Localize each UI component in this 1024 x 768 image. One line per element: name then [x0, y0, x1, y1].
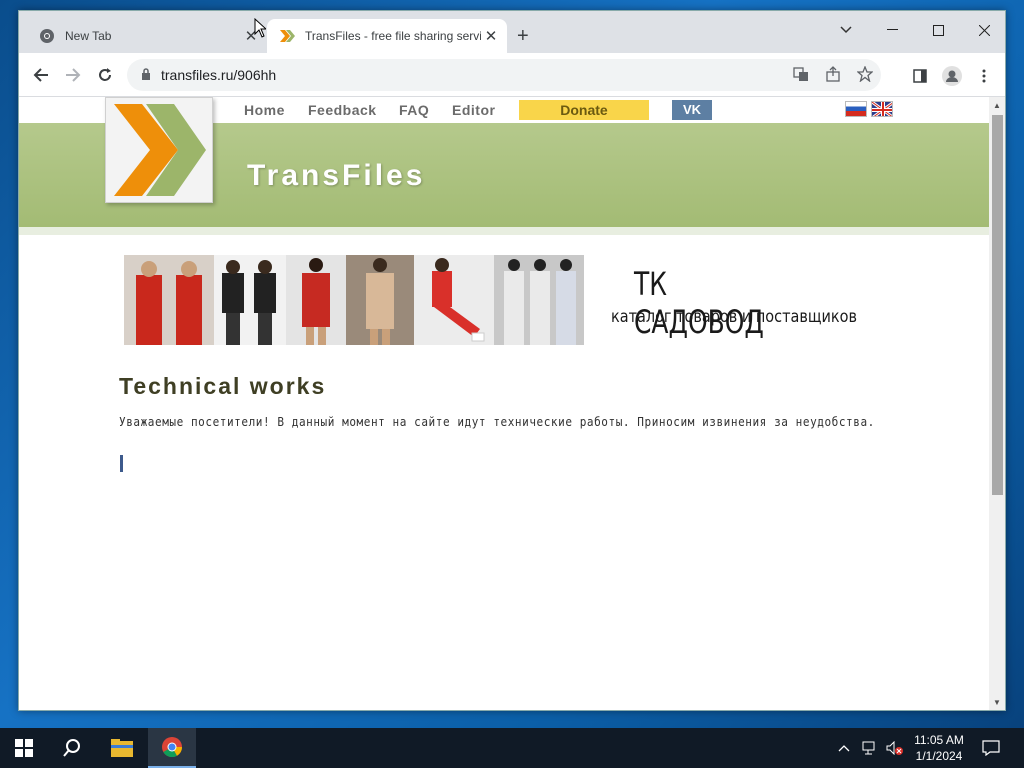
clock-date: 1/1/2024	[915, 749, 963, 763]
reload-icon[interactable]	[93, 63, 117, 87]
nav-editor-link[interactable]: Editor	[452, 102, 495, 118]
nav-faq-link[interactable]: FAQ	[399, 102, 429, 118]
scroll-down-icon[interactable]: ▼	[993, 698, 1001, 707]
banner-divider	[19, 227, 989, 235]
ad-photo	[124, 255, 214, 345]
ad-photo	[414, 255, 494, 345]
ad-photo	[346, 255, 414, 345]
russian-flag-icon[interactable]	[845, 101, 867, 117]
url-text[interactable]: transfiles.ru/906hh	[161, 67, 785, 83]
close-tab-icon[interactable]: ✕	[481, 27, 501, 45]
file-explorer-icon[interactable]	[98, 728, 146, 768]
tab-transfiles[interactable]: TransFiles - free file sharing servi ✕	[267, 19, 507, 53]
new-tab-button[interactable]: +	[517, 25, 529, 48]
ad-title: ТК САДОВОД	[634, 265, 764, 341]
donate-button[interactable]: Donate	[519, 100, 649, 120]
show-hidden-icons-icon[interactable]	[838, 728, 850, 768]
browser-window: New Tab ✕ TransFiles - free file sharing…	[18, 10, 1006, 711]
ad-photo	[214, 255, 286, 345]
address-bar[interactable]: transfiles.ru/906hh	[127, 59, 881, 91]
text-cursor-bar	[120, 455, 123, 472]
page-heading: Technical works	[119, 373, 327, 399]
notifications-icon[interactable]	[982, 728, 1000, 768]
ad-photo-strip	[124, 255, 584, 345]
browser-toolbar: transfiles.ru/906hh	[19, 53, 1005, 97]
page-viewport: Home Feedback FAQ Editor Donate VK Trans…	[19, 97, 989, 710]
volume-muted-icon[interactable]	[886, 728, 904, 768]
uk-flag-icon[interactable]	[871, 101, 893, 117]
profile-avatar-icon[interactable]	[941, 65, 963, 87]
site-banner: TransFiles	[19, 97, 989, 235]
search-icon[interactable]	[48, 728, 96, 768]
maintenance-message: Уважаемые посетители! В данный момент на…	[119, 415, 875, 429]
ad-photo	[286, 255, 346, 345]
ad-subtitle: каталог товаров и поставщиков	[611, 307, 857, 327]
windows-start-icon[interactable]	[0, 728, 48, 768]
minimize-button[interactable]	[869, 15, 915, 45]
side-panel-icon[interactable]	[909, 65, 931, 87]
scroll-up-icon[interactable]: ▲	[993, 101, 1001, 110]
tab-title: New Tab	[65, 29, 112, 43]
translate-icon[interactable]	[785, 66, 817, 85]
maximize-button[interactable]	[915, 15, 961, 45]
clock-time: 11:05 AM	[914, 733, 964, 747]
network-icon[interactable]	[862, 728, 878, 768]
scrollbar-thumb[interactable]	[992, 115, 1003, 495]
tab-new-tab[interactable]: New Tab ✕	[27, 19, 267, 53]
tab-title: TransFiles - free file sharing servi	[305, 29, 481, 43]
chrome-icon	[39, 28, 55, 44]
nav-home-link[interactable]: Home	[244, 102, 285, 118]
menu-dots-icon[interactable]	[973, 65, 995, 87]
share-icon[interactable]	[817, 65, 849, 85]
ad-photo	[494, 255, 584, 345]
mouse-pointer-icon	[254, 17, 268, 43]
sadovod-ad-banner[interactable]: ТК САДОВОД каталог товаров и поставщиков	[124, 255, 857, 345]
bookmark-star-icon[interactable]	[849, 64, 881, 85]
tab-strip: New Tab ✕ TransFiles - free file sharing…	[19, 11, 1005, 53]
tab-search-icon[interactable]	[823, 15, 869, 45]
forward-icon[interactable]	[61, 63, 85, 87]
back-icon[interactable]	[29, 63, 53, 87]
transfiles-logo[interactable]	[105, 97, 213, 203]
close-window-button[interactable]	[961, 15, 1005, 45]
lock-icon[interactable]	[141, 67, 151, 83]
taskbar-clock[interactable]: 11:05 AM 1/1/2024	[904, 732, 974, 764]
page-scrollbar[interactable]: ▲ ▼	[989, 97, 1005, 710]
banner-title: TransFiles	[247, 159, 426, 192]
chrome-taskbar-icon[interactable]	[148, 728, 196, 768]
transfiles-favicon-icon	[279, 28, 295, 44]
vk-button[interactable]: VK	[672, 100, 712, 120]
nav-feedback-link[interactable]: Feedback	[308, 102, 377, 118]
taskbar: 11:05 AM 1/1/2024	[0, 728, 1024, 768]
